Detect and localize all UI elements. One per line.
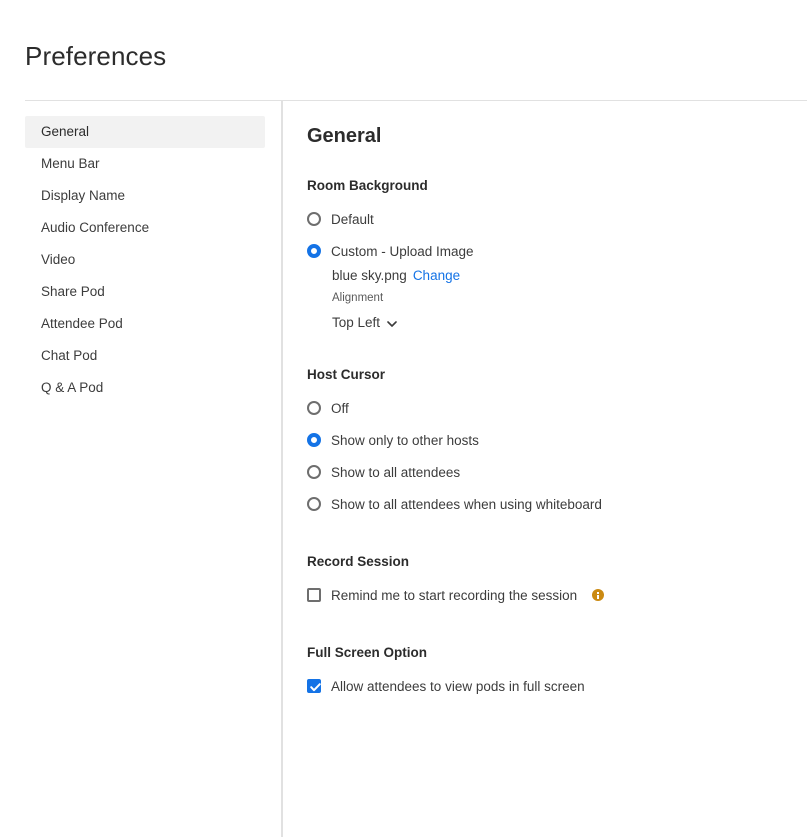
- info-icon[interactable]: [592, 589, 605, 601]
- alignment-label: Alignment: [332, 292, 384, 304]
- preferences-window: Preferences General Menu Bar Display Nam…: [0, 0, 807, 837]
- sidebar-item-label: Audio Conference: [41, 220, 150, 235]
- allow-full-screen-option[interactable]: Allow attendees to view pods in full scr…: [307, 675, 585, 697]
- room-background-heading: Room Background: [307, 178, 428, 193]
- room-background-default-option[interactable]: Default: [307, 208, 374, 230]
- sidebar-item-share-pod[interactable]: Share Pod: [25, 276, 265, 308]
- sidebar-item-audio-conference[interactable]: Audio Conference: [25, 212, 265, 244]
- checkmark-icon: [310, 683, 321, 692]
- checkbox[interactable]: [307, 679, 321, 693]
- checkbox[interactable]: [307, 588, 321, 602]
- host-cursor-hosts-option[interactable]: Show only to other hosts: [307, 429, 479, 451]
- radio-button[interactable]: [307, 244, 321, 258]
- radio-button[interactable]: [307, 401, 321, 415]
- host-cursor-whiteboard-option[interactable]: Show to all attendees when using whitebo…: [307, 493, 602, 515]
- sidebar-item-label: Q & A Pod: [41, 380, 104, 395]
- option-label: Default: [331, 211, 374, 227]
- sidebar-item-label: Video: [41, 252, 76, 267]
- sidebar-item-attendee-pod[interactable]: Attendee Pod: [25, 308, 265, 340]
- checkbox-label: Remind me to start recording the session: [331, 587, 578, 603]
- host-cursor-off-option[interactable]: Off: [307, 397, 349, 419]
- sidebar-item-label: Share Pod: [41, 284, 105, 299]
- sidebar-item-video[interactable]: Video: [25, 244, 265, 276]
- sidebar-item-display-name[interactable]: Display Name: [25, 180, 265, 212]
- file-name: blue sky.png: [332, 268, 407, 283]
- full-screen-heading: Full Screen Option: [307, 645, 428, 660]
- radio-button[interactable]: [307, 433, 321, 447]
- checkbox-label: Allow attendees to view pods in full scr…: [331, 678, 585, 694]
- page-title: Preferences: [25, 41, 167, 71]
- sidebar-item-chat-pod[interactable]: Chat Pod: [25, 340, 265, 372]
- sidebar-item-qa-pod[interactable]: Q & A Pod: [25, 372, 265, 404]
- header-divider: [25, 100, 807, 101]
- alignment-dropdown[interactable]: Top Left: [332, 312, 397, 332]
- sidebar-item-label: Chat Pod: [41, 348, 98, 363]
- room-background-custom-option[interactable]: Custom - Upload Image: [307, 240, 474, 262]
- chevron-down-icon: [387, 317, 397, 327]
- option-label: Custom - Upload Image: [331, 243, 474, 259]
- host-cursor-attendees-option[interactable]: Show to all attendees: [307, 461, 460, 483]
- uploaded-file: blue sky.png Change: [332, 268, 460, 283]
- radio-button[interactable]: [307, 465, 321, 479]
- remind-recording-option[interactable]: Remind me to start recording the session: [307, 584, 605, 606]
- sidebar-item-label: General: [41, 124, 90, 139]
- record-session-heading: Record Session: [307, 554, 410, 569]
- sidebar-item-menu-bar[interactable]: Menu Bar: [25, 148, 265, 180]
- change-image-link[interactable]: Change: [413, 268, 460, 283]
- option-label: Off: [331, 400, 349, 416]
- panel-divider: [281, 101, 283, 837]
- sidebar-item-label: Attendee Pod: [41, 316, 123, 331]
- option-label: Show to all attendees when using whitebo…: [331, 496, 602, 512]
- sidebar-item-label: Menu Bar: [41, 156, 100, 171]
- section-title: General: [307, 125, 382, 147]
- option-label: Show only to other hosts: [331, 432, 479, 448]
- sidebar-item-label: Display Name: [41, 188, 126, 203]
- host-cursor-heading: Host Cursor: [307, 367, 386, 382]
- radio-button[interactable]: [307, 497, 321, 511]
- preferences-sidebar: General Menu Bar Display Name Audio Conf…: [25, 116, 265, 404]
- alignment-value: Top Left: [332, 314, 381, 330]
- sidebar-item-general[interactable]: General: [25, 116, 265, 148]
- option-label: Show to all attendees: [331, 464, 461, 480]
- radio-button[interactable]: [307, 212, 321, 226]
